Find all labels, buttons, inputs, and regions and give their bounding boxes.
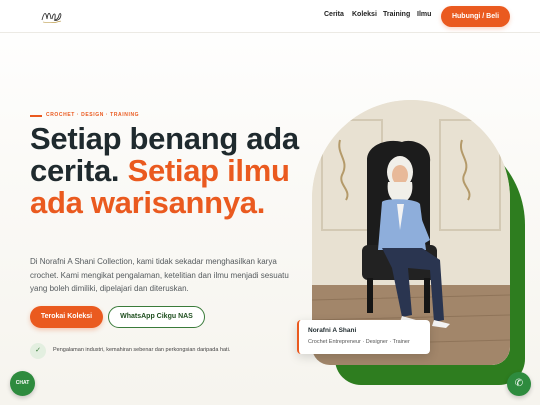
nav-training[interactable]: Training [383,11,410,18]
hero-description: Di Norafni A Shani Collection, kami tida… [30,257,289,293]
phone-icon: ✆ [514,378,524,389]
hero-headline: Setiap benang ada cerita. Setiap ilmu ad… [30,123,300,219]
check-icon: ✓ [30,343,46,359]
eyebrow-divider [30,115,42,117]
whatsapp-teacher-button[interactable]: WhatsApp Cikgu NAS [108,306,205,328]
logo-script-icon [41,12,62,23]
site-header: Cerita Koleksi Training Ilmu Hubungi / B… [0,0,540,33]
chat-button[interactable]: CHAT [10,371,35,396]
eyebrow-label: CROCHET · DESIGN · TRAINING [46,112,140,118]
whatsapp-float-button[interactable]: ✆ [507,372,531,396]
nav-ilmu[interactable]: Ilmu [417,11,431,18]
experience-bullet: Pengalaman industri, kemahiran sebenar d… [53,347,231,353]
contact-buy-button[interactable]: Hubungi / Beli [441,6,510,27]
nav-koleksi[interactable]: Koleksi [352,11,377,18]
explore-collection-button[interactable]: Terokai Koleksi [30,306,103,328]
profile-name: Norafni A Shani [308,327,357,334]
logo[interactable] [40,7,64,25]
profile-card: Norafni A Shani Crochet Entrepreneur · D… [297,320,430,354]
nav-cerita[interactable]: Cerita [324,11,344,18]
profile-role: Crochet Entrepreneur · Designer · Traine… [308,339,410,345]
